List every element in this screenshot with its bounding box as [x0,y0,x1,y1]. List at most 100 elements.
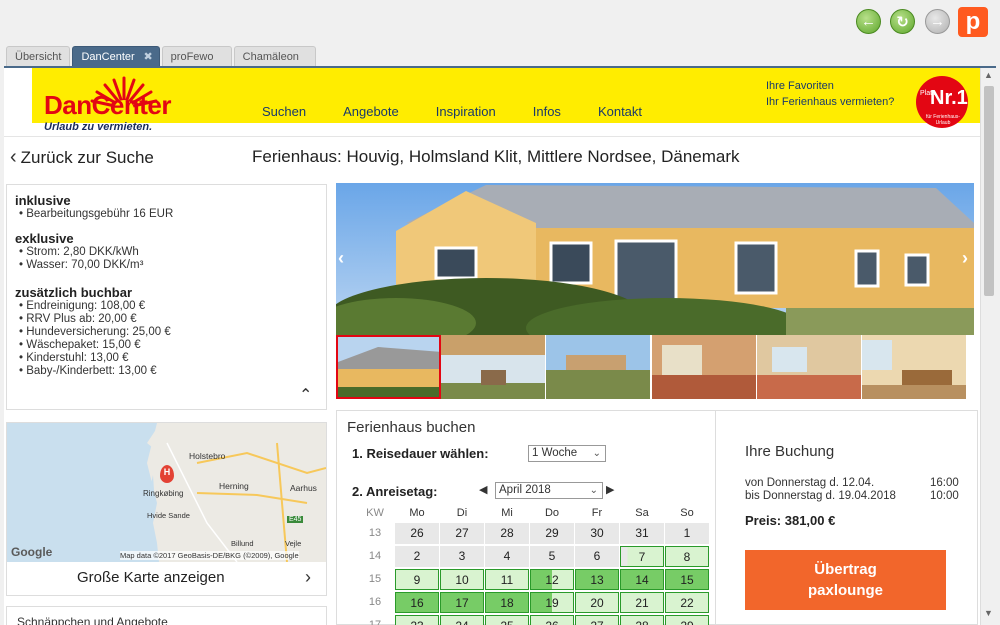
summary-to-time: 10:00 [930,490,959,502]
month-select[interactable]: April 2018 ⌄ [495,482,603,499]
large-map-link[interactable]: Große Karte anzeigen [77,569,225,586]
tab-dancenter[interactable]: DanCenter ✖ [72,46,160,67]
calendar-day[interactable]: 10 [440,569,484,590]
calendar-day[interactable]: 6 [575,546,619,567]
calendar-day[interactable]: 13 [575,569,619,590]
calendar-day[interactable]: 27 [440,523,484,544]
calendar-day[interactable]: 23 [395,615,439,625]
inklusive-heading: inklusive [15,193,71,208]
logo-wordmark[interactable]: DanCenter [44,90,171,121]
page-title: Ferienhaus: Houvig, Holmsland Klit, Mitt… [252,147,740,166]
calendar-day[interactable]: 29 [530,523,574,544]
thumbnail-4[interactable] [651,335,757,399]
weekday-header: Mo [409,507,425,519]
calendar-day[interactable]: 27 [575,615,619,625]
calendar-day[interactable]: 24 [440,615,484,625]
tab-chamaeleon[interactable]: Chamäleon [233,46,316,66]
vertical-scrollbar[interactable]: ▲ ▼ [980,68,996,625]
weekday-header: Mi [501,507,513,519]
thumb-image [546,335,651,399]
map-label-billund: Billund [231,539,254,548]
nav-infos[interactable]: Infos [533,104,561,119]
thumbnail-strip [336,335,980,399]
collapse-chevron-up-icon[interactable]: ⌃ [299,385,312,405]
calendar-day[interactable]: 2 [395,546,439,567]
nav-angebote[interactable]: Angebote [343,104,399,119]
back-to-search-link[interactable]: ‹ Zurück zur Suche [10,146,154,169]
calendar-day[interactable]: 25 [485,615,529,625]
weekday-header: Sa [635,507,649,519]
calendar-day[interactable]: 31 [620,523,664,544]
calendar-day[interactable]: 9 [395,569,439,590]
nav-suchen[interactable]: Suchen [262,104,306,119]
thumbnail-2[interactable] [441,335,547,399]
favorites-link[interactable]: Ihre Favoriten [766,80,834,92]
app-logo-icon[interactable]: p [958,7,988,37]
calendar-day[interactable]: 28 [620,615,664,625]
map-view[interactable]: Holstebro Herning Aarhus Ringkøbing Hvid… [7,423,326,562]
calendar-day[interactable]: 18 [485,592,529,613]
week-number: 16 [368,596,382,608]
calendar-day[interactable]: 1 [665,523,709,544]
scroll-thumb[interactable] [984,86,994,296]
tab-uebersicht[interactable]: Übersicht [6,46,71,66]
rent-out-link[interactable]: Ihr Ferienhaus vermieten? [766,96,894,108]
weekday-header: Di [456,507,468,519]
thumbnail-3[interactable] [546,335,652,399]
weekday-header: So [680,507,694,519]
thumbnail-6[interactable] [861,335,967,399]
map-label-hvidesande: Hvide Sande [147,511,190,520]
calendar-day[interactable]: 5 [530,546,574,567]
thumbnail-5[interactable] [756,335,862,399]
calendar-day[interactable]: 12 [530,569,574,590]
prev-month-icon[interactable]: ◀ [479,483,487,496]
calendar-day[interactable]: 19 [530,592,574,613]
thumb-image [441,335,546,399]
close-icon[interactable]: ✖ [143,47,152,67]
deals-box[interactable]: Schnäppchen und Angebote [6,606,327,625]
zusatz-item: Wäschepaket: 15,00 € [19,339,140,351]
summary-from-time: 16:00 [930,477,959,489]
calendar-day[interactable]: 17 [440,592,484,613]
calendar-day[interactable]: 26 [530,615,574,625]
back-arrow-icon[interactable]: ← [856,9,881,34]
calendar-day[interactable]: 29 [665,615,709,625]
transfer-paxlounge-button[interactable]: Übertrag paxlounge [745,550,946,610]
scroll-down-icon[interactable]: ▼ [984,608,993,618]
calendar-day[interactable]: 21 [620,592,664,613]
calendar-day[interactable]: 14 [620,569,664,590]
calendar-day[interactable]: 22 [665,592,709,613]
calendar-day[interactable]: 15 [665,569,709,590]
calendar-day[interactable]: 7 [620,546,664,567]
calendar-day[interactable]: 30 [575,523,619,544]
gallery-prev-icon[interactable]: ‹ [338,248,344,269]
forward-arrow-icon[interactable]: → [925,9,950,34]
calendar-day[interactable]: 16 [395,592,439,613]
calendar-day[interactable]: 28 [485,523,529,544]
main-house-photo[interactable] [336,183,974,335]
nav-kontakt[interactable]: Kontakt [598,104,642,119]
calendar-day[interactable]: 26 [395,523,439,544]
thumb-image [338,337,439,397]
gallery-next-icon[interactable]: › [962,248,968,269]
button-line1: Übertrag [814,561,877,578]
summary-to: bis Donnerstag d. 19.04.2018 [745,490,896,502]
calendar-day[interactable]: 11 [485,569,529,590]
scroll-up-icon[interactable]: ▲ [984,70,993,80]
tab-profewo[interactable]: proFewo [161,46,232,66]
map-credits: Map data ©2017 GeoBasis-DE/BKG (©2009), … [120,551,299,560]
chevron-right-icon[interactable]: › [305,567,311,588]
booking-summary: Ihre Buchung von Donnerstag d. 12.04. 16… [716,410,978,625]
thumb-image [756,335,861,399]
thumbnail-1[interactable] [336,335,441,399]
next-month-icon[interactable]: ▶ [606,483,614,496]
calendar-day[interactable]: 20 [575,592,619,613]
map-marker-icon[interactable]: H [160,465,174,483]
nav-inspiration[interactable]: Inspiration [436,104,496,119]
refresh-icon[interactable]: ↻ [890,9,915,34]
calendar-day[interactable]: 3 [440,546,484,567]
calendar-day[interactable]: 8 [665,546,709,567]
calendar-day[interactable]: 4 [485,546,529,567]
button-line2: paxlounge [807,582,883,599]
duration-select[interactable]: 1 Woche ⌄ [528,445,606,462]
